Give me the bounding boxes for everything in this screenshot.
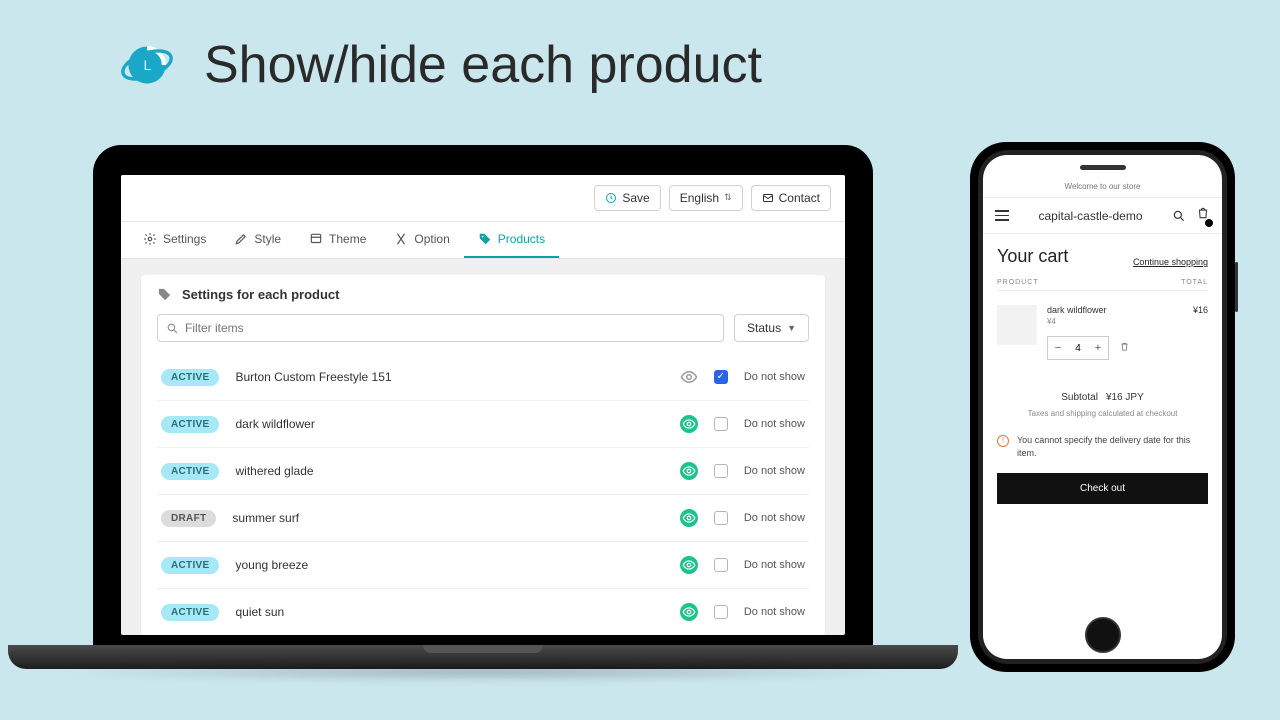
product-name: Burton Custom Freestyle 151 xyxy=(235,370,663,384)
product-name: withered glade xyxy=(235,464,663,478)
product-row: ACTIVE quiet sun Do not show xyxy=(157,589,809,635)
visibility-icon[interactable] xyxy=(680,509,698,527)
product-row: ACTIVE Burton Custom Freestyle 151 Do not … xyxy=(157,354,809,401)
search-input-wrap[interactable] xyxy=(157,314,724,342)
svg-text:L: L xyxy=(144,58,152,73)
checkout-button[interactable]: Check out xyxy=(997,473,1208,504)
search-icon xyxy=(166,322,179,335)
visibility-icon[interactable] xyxy=(680,556,698,574)
do-not-show-checkbox[interactable] xyxy=(714,370,728,384)
status-filter[interactable]: Status ▼ xyxy=(734,314,809,342)
qty-plus[interactable]: + xyxy=(1088,337,1108,359)
cart-item-total: ¥16 xyxy=(1193,305,1208,360)
tab-settings[interactable]: Settings xyxy=(129,222,220,258)
panel-title: Settings for each product xyxy=(182,287,339,302)
th-total: TOTAL xyxy=(1181,279,1208,286)
subtotal: Subtotal¥16 JPY xyxy=(997,392,1208,403)
status-badge: DRAFT xyxy=(161,510,216,527)
do-not-show-label: Do not show xyxy=(744,465,805,477)
cart-count-badge xyxy=(1205,219,1213,227)
cart-icon[interactable] xyxy=(1196,206,1210,225)
product-name: dark wildflower xyxy=(235,417,663,431)
tab-option[interactable]: Option xyxy=(380,222,463,258)
page-headline: Show/hide each product xyxy=(204,35,762,95)
visibility-icon[interactable] xyxy=(680,462,698,480)
do-not-show-label: Do not show xyxy=(744,559,805,571)
save-label: Save xyxy=(622,191,649,205)
product-row: ACTIVE young breeze Do not show xyxy=(157,542,809,589)
warning-icon: ! xyxy=(997,435,1009,447)
qty-minus[interactable]: − xyxy=(1048,337,1068,359)
product-name: young breeze xyxy=(235,558,663,572)
product-name: quiet sun xyxy=(235,605,663,619)
do-not-show-checkbox[interactable] xyxy=(714,417,728,431)
search-input[interactable] xyxy=(185,321,715,335)
caret-down-icon: ▼ xyxy=(787,323,796,333)
visibility-icon[interactable] xyxy=(680,368,698,386)
admin-topbar: Save English ⇅ Contact xyxy=(121,175,845,222)
do-not-show-checkbox[interactable] xyxy=(714,605,728,619)
language-label: English xyxy=(680,191,719,205)
store-name: capital-castle-demo xyxy=(1038,209,1142,223)
do-not-show-checkbox[interactable] xyxy=(714,558,728,572)
do-not-show-label: Do not show xyxy=(744,371,805,383)
gear-icon xyxy=(143,232,157,246)
visibility-icon[interactable] xyxy=(680,603,698,621)
tools-icon xyxy=(394,232,408,246)
product-name: summer surf xyxy=(232,511,663,525)
menu-button[interactable] xyxy=(995,210,1009,221)
store-welcome: Welcome to our store xyxy=(983,176,1222,198)
save-button[interactable]: Save xyxy=(594,185,660,211)
phone-mockup: Welcome to our store capital-castle-demo xyxy=(970,142,1235,672)
language-select[interactable]: English ⇅ xyxy=(669,185,743,211)
tab-products[interactable]: Products xyxy=(464,222,559,258)
do-not-show-label: Do not show xyxy=(744,418,805,430)
do-not-show-checkbox[interactable] xyxy=(714,464,728,478)
status-badge: ACTIVE xyxy=(161,369,219,386)
cart-item-name: dark wildflower xyxy=(1047,305,1183,315)
quantity-stepper: − 4 + xyxy=(1047,336,1109,360)
admin-tabs: Settings Style Theme Option Products xyxy=(121,222,845,259)
product-row: ACTIVE dark wildflower Do not show xyxy=(157,401,809,448)
delivery-warning: ! You cannot specify the delivery date f… xyxy=(997,434,1208,459)
status-badge: ACTIVE xyxy=(161,557,219,574)
tax-note: Taxes and shipping calculated at checkou… xyxy=(997,409,1208,418)
do-not-show-label: Do not show xyxy=(744,512,805,524)
do-not-show-checkbox[interactable] xyxy=(714,511,728,525)
app-logo: L xyxy=(120,38,174,92)
contact-label: Contact xyxy=(779,191,820,205)
products-panel: Settings for each product Status ▼ ACTIV… xyxy=(141,275,825,635)
laptop-mockup: Save English ⇅ Contact Settings xyxy=(8,145,958,681)
tag-icon xyxy=(478,232,492,246)
home-button[interactable] xyxy=(1085,617,1121,653)
cart-item-variant: ¥4 xyxy=(1047,317,1183,326)
tab-style[interactable]: Style xyxy=(220,222,295,258)
product-row: DRAFT summer surf Do not show xyxy=(157,495,809,542)
cart-item: dark wildflower ¥4 − 4 + xyxy=(997,291,1208,374)
qty-value: 4 xyxy=(1068,343,1088,354)
status-badge: ACTIVE xyxy=(161,416,219,433)
updown-icon: ⇅ xyxy=(724,195,732,200)
tag-icon xyxy=(157,287,172,302)
status-badge: ACTIVE xyxy=(161,463,219,480)
continue-shopping-link[interactable]: Continue shopping xyxy=(1133,257,1208,267)
do-not-show-label: Do not show xyxy=(744,606,805,618)
remove-item[interactable] xyxy=(1119,339,1130,357)
cart-title: Your cart xyxy=(997,246,1068,267)
visibility-icon[interactable] xyxy=(680,415,698,433)
contact-button[interactable]: Contact xyxy=(751,185,831,211)
search-icon[interactable] xyxy=(1172,209,1186,223)
th-product: PRODUCT xyxy=(997,279,1039,286)
theme-icon xyxy=(309,232,323,246)
status-badge: ACTIVE xyxy=(161,604,219,621)
tab-theme[interactable]: Theme xyxy=(295,222,380,258)
product-row: ACTIVE withered glade Do not show xyxy=(157,448,809,495)
cart-item-image xyxy=(997,305,1037,345)
brush-icon xyxy=(234,232,248,246)
